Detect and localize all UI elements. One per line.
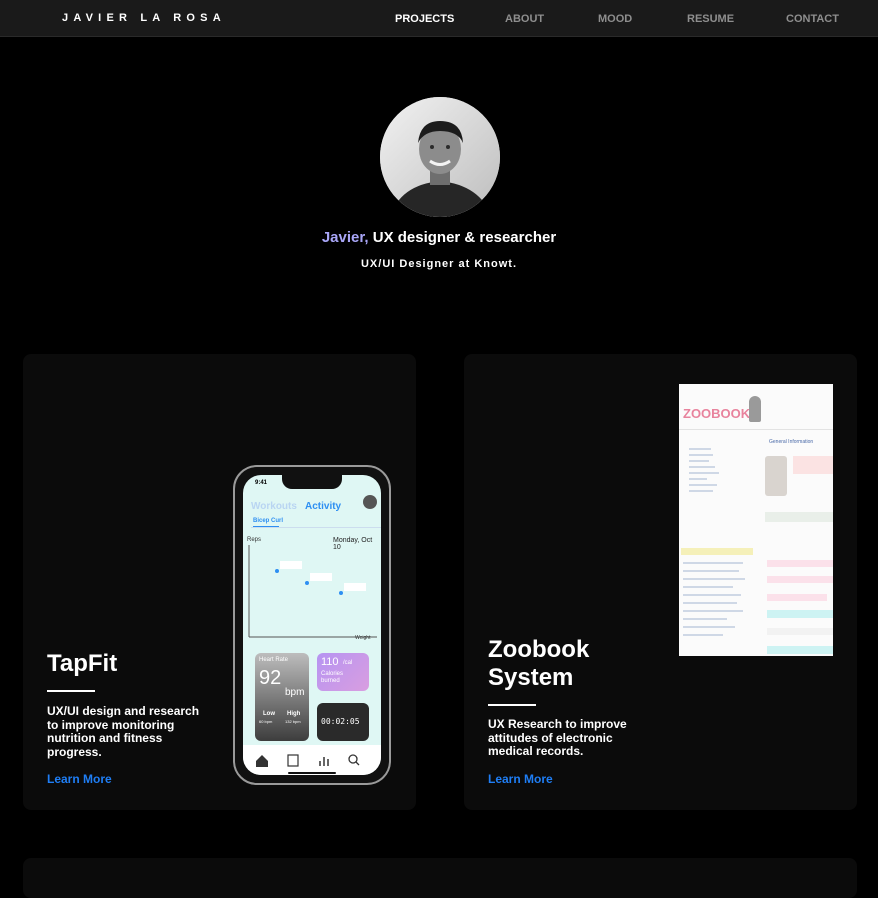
- title-divider: [488, 704, 536, 706]
- home-icon: [256, 755, 268, 767]
- subtab-divider: [251, 527, 381, 528]
- hero-headline: Javier, UX designer & researcher: [0, 229, 878, 246]
- chart-y-label: Reps: [247, 537, 262, 543]
- search-icon: [348, 754, 358, 764]
- learn-more-link[interactable]: Learn More: [47, 772, 112, 786]
- profile-avatar: [380, 97, 500, 217]
- phone-screen: 9:41 Workouts Activity Bicep Curl Reps M…: [243, 475, 381, 775]
- heart-rate-label: Heart Rate: [259, 657, 289, 663]
- hero-name: Javier,: [321, 229, 369, 246]
- zoobook-tabs: [765, 512, 833, 522]
- low-label: Low: [263, 711, 275, 717]
- zoobook-alert: [793, 456, 833, 474]
- tab-activity: Activity: [305, 501, 342, 512]
- nav-link-resume[interactable]: RESUME: [687, 13, 734, 25]
- chart-x-label: Weight: [355, 635, 371, 641]
- project-description: UX Research to improve attitudes of elec…: [488, 717, 627, 759]
- zoobook-patient-photo: [765, 456, 787, 496]
- calories-label: Calories: [321, 671, 344, 677]
- activity-chart: [248, 545, 377, 638]
- nav-link-mood[interactable]: MOOD: [598, 13, 632, 25]
- project-description: UX/UI design and research to improve mon…: [47, 704, 200, 759]
- calories-tile: 110 /cal Calories burned: [317, 653, 369, 691]
- calories-sub: burned: [321, 678, 340, 684]
- heart-rate-tile: Heart Rate 92 bpm Low 60 bpm High 132 bp…: [255, 653, 309, 741]
- nav-link-contact[interactable]: CONTACT: [786, 13, 839, 25]
- zoobook-logo: ZOOBOOK: [683, 406, 751, 421]
- project-title: Zoobook System: [488, 636, 590, 691]
- calories-unit: /cal: [343, 660, 353, 666]
- zoobook-mascot: [749, 396, 761, 422]
- zoobook-divider: [679, 429, 833, 430]
- high-label: High: [287, 711, 301, 717]
- calories-value: 110: [321, 656, 339, 668]
- low-value: 60 bpm: [259, 719, 273, 724]
- subtab-bicep-curl: Bicep Curl: [253, 518, 284, 524]
- site-brand[interactable]: JAVIER LA ROSA: [62, 12, 226, 24]
- zoobook-screenshot: ZOOBOOK General Information: [679, 384, 833, 656]
- phone-notch: [282, 475, 342, 489]
- hero-subtitle: UX/UI Designer at Knowt.: [360, 258, 518, 270]
- checklist-icon: [287, 754, 299, 767]
- tab-workouts: Workouts: [251, 501, 297, 512]
- project-title: TapFit: [47, 650, 118, 677]
- zoobook-section-title: General Information: [769, 439, 814, 445]
- top-navigation: JAVIER LA ROSA PROJECTS ABOUT MOOD RESUM…: [0, 0, 878, 37]
- heart-rate-value: 92: [259, 667, 282, 689]
- user-avatar: [363, 495, 377, 509]
- nav-link-about[interactable]: ABOUT: [505, 13, 544, 25]
- timer-tile: 00:02:05: [317, 703, 369, 741]
- nav-link-projects[interactable]: PROJECTS: [395, 13, 454, 25]
- profile-photo: [380, 97, 500, 217]
- tapfit-phone-mockup: 9:41 Workouts Activity Bicep Curl Reps M…: [233, 465, 391, 785]
- tab-bar-icons: [256, 754, 360, 774]
- title-divider: [47, 690, 95, 692]
- learn-more-link[interactable]: Learn More: [488, 772, 553, 786]
- project-card-next[interactable]: [23, 858, 857, 898]
- home-indicator: [288, 772, 336, 774]
- hero-role: UX designer & researcher: [372, 229, 557, 246]
- phone-tab-bar: [243, 745, 381, 775]
- status-time: 9:41: [255, 480, 268, 486]
- heart-rate-unit: bpm: [285, 687, 305, 698]
- stats-icon: [319, 757, 329, 766]
- zoobook-highlight-row: [681, 548, 753, 555]
- timer-value: 00:02:05: [321, 717, 360, 726]
- high-value: 132 bpm: [285, 719, 301, 724]
